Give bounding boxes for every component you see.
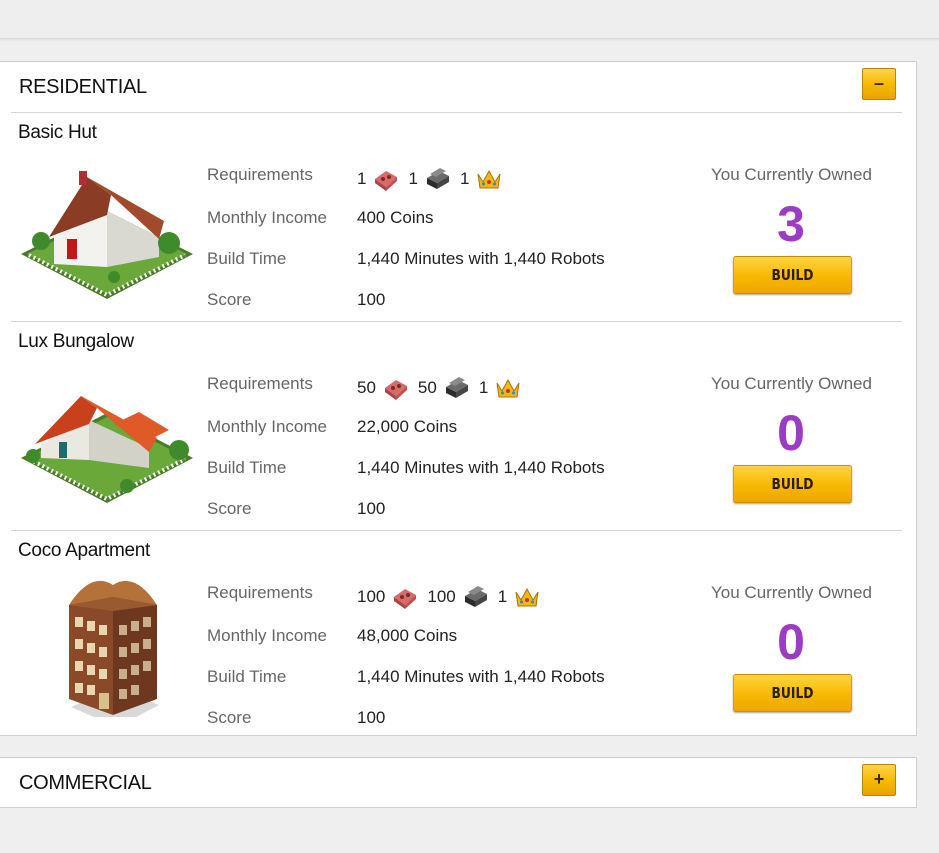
crown-count: 1 bbox=[478, 378, 489, 397]
brick-icon bbox=[384, 380, 407, 400]
owned-label: You Currently Owned bbox=[711, 165, 872, 184]
iron-ingot-icon bbox=[426, 168, 449, 189]
requirements-label: Requirements bbox=[207, 583, 313, 602]
build-button[interactable]: BUILD bbox=[733, 465, 852, 503]
crown-icon bbox=[477, 169, 501, 189]
monthly-income-value: 22,000 Coins bbox=[357, 417, 458, 436]
build-button[interactable]: BUILD bbox=[733, 256, 852, 294]
build-time-label: Build Time bbox=[207, 667, 287, 686]
monthly-income-value: 400 Coins bbox=[357, 208, 434, 227]
requirements-value: 100 100 1 bbox=[357, 583, 549, 611]
building-name: Lux Bungalow bbox=[18, 331, 134, 352]
lux-bungalow-image bbox=[21, 396, 193, 503]
crown-count: 1 bbox=[459, 169, 470, 188]
commercial-panel: COMMERCIAL + bbox=[0, 757, 917, 808]
basic-hut-image bbox=[21, 171, 193, 299]
requirements-label: Requirements bbox=[207, 165, 313, 184]
iron-count: 50 bbox=[417, 378, 437, 397]
building-item-lux-bungalow: Lux Bungalow Requirements 50 50 1 Monthl… bbox=[11, 322, 902, 531]
owned-label: You Currently Owned bbox=[711, 583, 872, 602]
brick-count: 1 bbox=[357, 169, 367, 188]
score-label: Score bbox=[207, 290, 252, 309]
iron-count: 1 bbox=[408, 169, 418, 188]
brick-icon bbox=[375, 171, 398, 191]
score-value: 100 bbox=[357, 290, 386, 309]
brick-icon bbox=[394, 589, 417, 609]
building-item-basic-hut: Basic Hut Requirements 1 1 1 Monthly Inc… bbox=[11, 113, 902, 322]
collapse-button[interactable]: – bbox=[862, 68, 896, 100]
building-name: Basic Hut bbox=[18, 122, 97, 143]
residential-title: RESIDENTIAL bbox=[19, 76, 147, 98]
owned-count: 0 bbox=[777, 405, 805, 461]
coco-apartment-image bbox=[69, 580, 159, 717]
commercial-header: COMMERCIAL + bbox=[11, 758, 902, 808]
commercial-title: COMMERCIAL bbox=[19, 772, 152, 794]
crown-icon bbox=[496, 378, 520, 398]
build-button[interactable]: BUILD bbox=[733, 674, 852, 712]
residential-panel: RESIDENTIAL – Basic Hut Requirements 1 1… bbox=[0, 61, 917, 736]
monthly-income-value: 48,000 Coins bbox=[357, 626, 458, 645]
owned-count: 3 bbox=[777, 196, 805, 252]
building-name: Coco Apartment bbox=[18, 540, 151, 561]
crown-count: 1 bbox=[497, 587, 508, 606]
building-item-coco-apartment: Coco Apartment Requirements 100 100 1 Mo… bbox=[11, 531, 902, 739]
monthly-income-label: Monthly Income bbox=[207, 417, 327, 436]
owned-label: You Currently Owned bbox=[711, 374, 872, 393]
score-label: Score bbox=[207, 499, 252, 518]
top-bar bbox=[0, 0, 939, 39]
iron-ingot-icon bbox=[445, 377, 468, 398]
requirements-value: 50 50 1 bbox=[357, 374, 530, 402]
requirements-label: Requirements bbox=[207, 374, 313, 393]
iron-ingot-icon bbox=[464, 586, 487, 607]
monthly-income-label: Monthly Income bbox=[207, 626, 327, 645]
build-time-value: 1,440 Minutes with 1,440 Robots bbox=[357, 667, 605, 686]
brick-count: 50 bbox=[357, 378, 376, 397]
score-label: Score bbox=[207, 708, 252, 727]
build-time-label: Build Time bbox=[207, 458, 287, 477]
build-time-label: Build Time bbox=[207, 249, 287, 268]
iron-count: 100 bbox=[427, 587, 456, 606]
build-time-value: 1,440 Minutes with 1,440 Robots bbox=[357, 249, 605, 268]
score-value: 100 bbox=[357, 708, 386, 727]
score-value: 100 bbox=[357, 499, 386, 518]
build-time-value: 1,440 Minutes with 1,440 Robots bbox=[357, 458, 605, 477]
owned-count: 0 bbox=[777, 614, 805, 670]
expand-button[interactable]: + bbox=[862, 764, 896, 796]
crown-icon bbox=[515, 587, 539, 607]
requirements-value: 1 1 1 bbox=[357, 165, 511, 193]
monthly-income-label: Monthly Income bbox=[207, 208, 327, 227]
brick-count: 100 bbox=[357, 587, 386, 606]
residential-header: RESIDENTIAL – bbox=[11, 62, 902, 113]
